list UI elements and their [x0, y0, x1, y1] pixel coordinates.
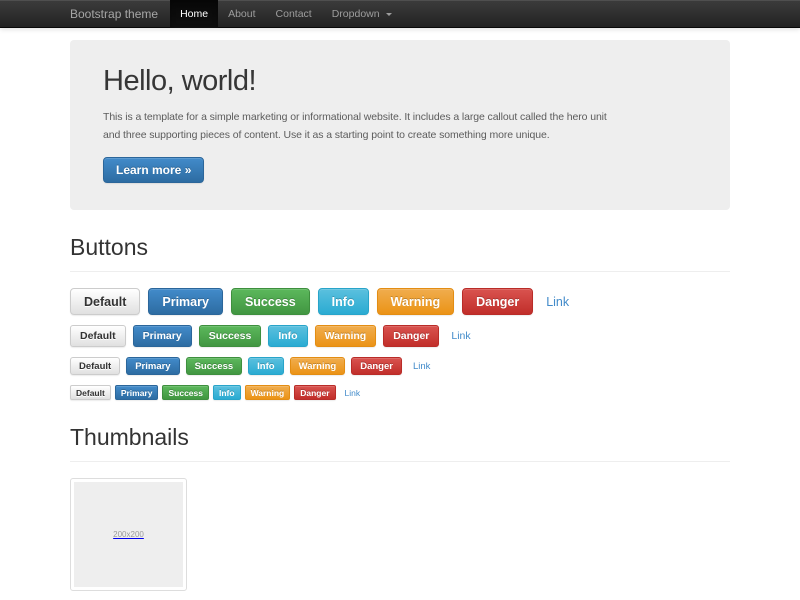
- warning-button-xs[interactable]: Warning: [245, 385, 291, 400]
- danger-button-xs[interactable]: Danger: [294, 385, 335, 400]
- link-button-sm[interactable]: Link: [408, 361, 435, 372]
- default-button-xs[interactable]: Default: [70, 385, 111, 400]
- link-button-xs[interactable]: Link: [340, 388, 366, 398]
- danger-button-md[interactable]: Danger: [383, 325, 439, 347]
- warning-button-lg[interactable]: Warning: [377, 288, 455, 315]
- success-button-xs[interactable]: Success: [162, 385, 209, 400]
- navbar-container: Bootstrap theme Home About Contact Dropd…: [70, 0, 730, 28]
- nav-item-about-label: About: [228, 8, 255, 20]
- nav-item-contact[interactable]: Contact: [266, 0, 322, 28]
- success-button-sm[interactable]: Success: [186, 357, 243, 375]
- nav-item-dropdown[interactable]: Dropdown: [322, 0, 402, 28]
- thumbnail[interactable]: 200x200: [70, 478, 187, 591]
- hero-text: This is a template for a simple marketin…: [103, 108, 697, 144]
- primary-button-sm[interactable]: Primary: [126, 357, 179, 375]
- button-row-extra-small: Default Primary Success Info Warning Dan…: [70, 385, 730, 400]
- nav-item-home-label: Home: [180, 8, 208, 20]
- navbar: Bootstrap theme Home About Contact Dropd…: [0, 0, 800, 28]
- thumbnails-heading: Thumbnails: [70, 424, 730, 451]
- warning-button-md[interactable]: Warning: [315, 325, 377, 347]
- jumbotron: Hello, world! This is a template for a s…: [70, 40, 730, 210]
- hero-title: Hello, world!: [103, 65, 697, 98]
- info-button-lg[interactable]: Info: [318, 288, 369, 315]
- primary-button-lg[interactable]: Primary: [148, 288, 223, 315]
- main-container: Hello, world! This is a template for a s…: [70, 40, 730, 591]
- learn-more-button[interactable]: Learn more »: [103, 157, 204, 183]
- default-button-lg[interactable]: Default: [70, 288, 140, 315]
- danger-button-lg[interactable]: Danger: [462, 288, 533, 315]
- buttons-heading: Buttons: [70, 234, 730, 261]
- info-button-xs[interactable]: Info: [213, 385, 241, 400]
- nav-item-contact-label: Contact: [276, 8, 312, 20]
- primary-button-md[interactable]: Primary: [133, 325, 192, 347]
- nav-item-about[interactable]: About: [218, 0, 265, 28]
- link-button-lg[interactable]: Link: [541, 295, 574, 309]
- success-button-md[interactable]: Success: [199, 325, 262, 347]
- thumbnail-placeholder-image: 200x200: [74, 482, 183, 587]
- default-button-sm[interactable]: Default: [70, 357, 120, 375]
- info-button-md[interactable]: Info: [268, 325, 307, 347]
- hero-text-line1: This is a template for a simple marketin…: [103, 108, 697, 126]
- button-row-small: Default Primary Success Info Warning Dan…: [70, 357, 730, 375]
- brand-link[interactable]: Bootstrap theme: [70, 0, 170, 28]
- success-button-lg[interactable]: Success: [231, 288, 310, 315]
- button-row-large: Default Primary Success Info Warning Dan…: [70, 288, 730, 315]
- nav-item-dropdown-label: Dropdown: [332, 8, 380, 20]
- buttons-section-header: Buttons: [70, 234, 730, 272]
- warning-button-sm[interactable]: Warning: [290, 357, 346, 375]
- link-button-md[interactable]: Link: [446, 330, 475, 342]
- primary-button-xs[interactable]: Primary: [115, 385, 159, 400]
- caret-down-icon: [386, 13, 392, 16]
- nav-item-home[interactable]: Home: [170, 0, 218, 28]
- button-row-default: Default Primary Success Info Warning Dan…: [70, 325, 730, 347]
- navbar-menu: Home About Contact Dropdown: [170, 0, 402, 28]
- danger-button-sm[interactable]: Danger: [351, 357, 402, 375]
- info-button-sm[interactable]: Info: [248, 357, 283, 375]
- default-button-md[interactable]: Default: [70, 325, 126, 347]
- thumbnails-section-header: Thumbnails: [70, 424, 730, 462]
- hero-text-line2: and three supporting pieces of content. …: [103, 126, 697, 144]
- thumbnail-placeholder-label: 200x200: [113, 530, 144, 539]
